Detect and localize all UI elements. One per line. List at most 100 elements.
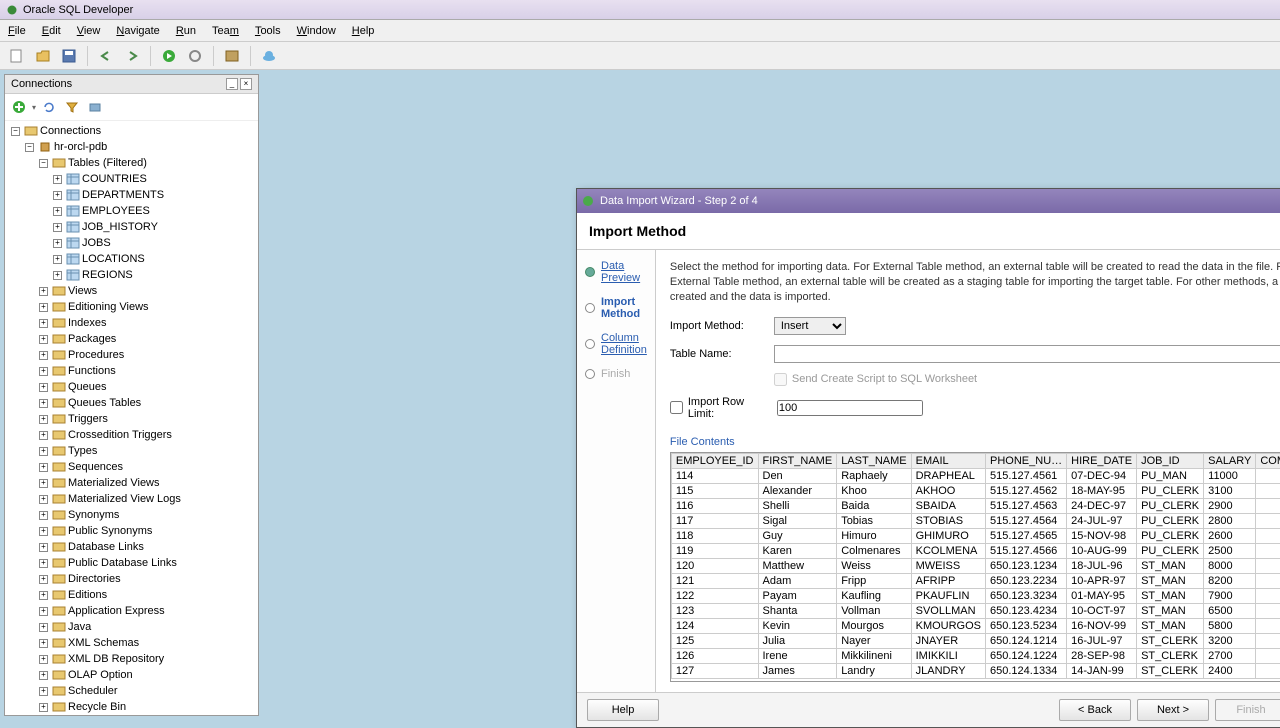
tree-schema-node[interactable]: +OLAP Option <box>7 667 256 683</box>
column-header[interactable]: FIRST_NAME <box>758 453 837 468</box>
refresh-connection-button[interactable] <box>39 97 59 117</box>
tree-schema-node[interactable]: +Editions <box>7 587 256 603</box>
expand-icon[interactable]: + <box>39 543 48 552</box>
tree-schema-node[interactable]: +Procedures <box>7 347 256 363</box>
expand-icon[interactable]: + <box>39 463 48 472</box>
tree-tables-node[interactable]: − Tables (Filtered) <box>7 155 256 171</box>
expand-icon[interactable]: + <box>53 191 62 200</box>
menu-navigate[interactable]: Navigate <box>116 25 159 37</box>
expand-icon[interactable]: + <box>39 655 48 664</box>
save-button[interactable] <box>58 45 80 67</box>
expand-icon[interactable]: + <box>39 639 48 648</box>
debug-button[interactable] <box>184 45 206 67</box>
expand-icon[interactable]: + <box>39 495 48 504</box>
expand-icon[interactable]: + <box>39 383 48 392</box>
connections-tree[interactable]: − Connections − hr-orcl-pdb − Tables (Fi… <box>5 121 258 715</box>
cloud-button[interactable] <box>258 45 280 67</box>
tns-button[interactable] <box>85 97 105 117</box>
tree-schema-node[interactable]: +Database Links <box>7 539 256 555</box>
expand-icon[interactable]: + <box>53 175 62 184</box>
tree-schema-node[interactable]: +Editioning Views <box>7 299 256 315</box>
tree-db-connection[interactable]: − hr-orcl-pdb <box>7 139 256 155</box>
menu-help[interactable]: Help <box>352 25 375 37</box>
table-row[interactable]: 114DenRaphaelyDRAPHEAL515.127.456107-DEC… <box>671 468 1280 483</box>
step-label[interactable]: Data Preview <box>601 260 647 284</box>
column-header[interactable]: EMAIL <box>911 453 985 468</box>
next-button[interactable]: Next > <box>1137 699 1209 721</box>
back-button[interactable]: < Back <box>1059 699 1131 721</box>
expand-icon[interactable]: + <box>39 399 48 408</box>
redo-button[interactable] <box>121 45 143 67</box>
tree-schema-node[interactable]: +Triggers <box>7 411 256 427</box>
expand-icon[interactable]: + <box>39 527 48 536</box>
column-header[interactable]: EMPLOYEE_ID <box>671 453 758 468</box>
menu-run[interactable]: Run <box>176 25 196 37</box>
expand-icon[interactable]: + <box>39 447 48 456</box>
expand-icon[interactable]: + <box>39 287 48 296</box>
table-row[interactable]: 126IreneMikkilineniIMIKKILI650.124.12242… <box>671 648 1280 663</box>
expand-icon[interactable]: + <box>39 415 48 424</box>
column-header[interactable]: PHONE_NU… <box>986 453 1067 468</box>
tree-schema-node[interactable]: +Recycle Bin <box>7 699 256 715</box>
collapse-icon[interactable]: − <box>25 143 34 152</box>
expand-icon[interactable]: + <box>39 367 48 376</box>
tree-schema-node[interactable]: +Packages <box>7 331 256 347</box>
column-header[interactable]: JOB_ID <box>1137 453 1204 468</box>
tree-table-item[interactable]: +EMPLOYEES <box>7 203 256 219</box>
tree-root-connections[interactable]: − Connections <box>7 123 256 139</box>
table-row[interactable]: 123ShantaVollmanSVOLLMAN650.123.423410-O… <box>671 603 1280 618</box>
column-header[interactable]: SALARY <box>1204 453 1256 468</box>
tree-table-item[interactable]: +LOCATIONS <box>7 251 256 267</box>
panel-minimize-icon[interactable]: _ <box>226 78 238 90</box>
table-row[interactable]: 120MatthewWeissMWEISS650.123.123418-JUL-… <box>671 558 1280 573</box>
table-row[interactable]: 119KarenColmenaresKCOLMENA515.127.456610… <box>671 543 1280 558</box>
open-button[interactable] <box>32 45 54 67</box>
expand-icon[interactable]: + <box>39 303 48 312</box>
expand-icon[interactable]: + <box>39 687 48 696</box>
table-row[interactable]: 127JamesLandryJLANDRY650.124.133414-JAN-… <box>671 663 1280 678</box>
tree-schema-node[interactable]: +Functions <box>7 363 256 379</box>
menu-window[interactable]: Window <box>297 25 336 37</box>
tree-schema-node[interactable]: +Crossedition Triggers <box>7 427 256 443</box>
step-label[interactable]: Column Definition <box>601 332 647 356</box>
expand-icon[interactable]: + <box>53 223 62 232</box>
undo-button[interactable] <box>95 45 117 67</box>
table-name-input[interactable] <box>774 345 1280 363</box>
table-row[interactable]: 122PayamKauflingPKAUFLIN650.123.323401-M… <box>671 588 1280 603</box>
table-row[interactable]: 117SigalTobiasSTOBIAS515.127.456424-JUL-… <box>671 513 1280 528</box>
table-row[interactable]: 125JuliaNayerJNAYER650.124.121416-JUL-97… <box>671 633 1280 648</box>
tree-schema-node[interactable]: +Public Synonyms <box>7 523 256 539</box>
expand-icon[interactable]: + <box>39 319 48 328</box>
tree-schema-node[interactable]: +Application Express <box>7 603 256 619</box>
tree-schema-node[interactable]: +Synonyms <box>7 507 256 523</box>
table-row[interactable]: 115AlexanderKhooAKHOO515.127.456218-MAY-… <box>671 483 1280 498</box>
tree-schema-node[interactable]: +Directories <box>7 571 256 587</box>
expand-icon[interactable]: + <box>39 431 48 440</box>
table-row[interactable]: 118GuyHimuroGHIMURO515.127.456515-NOV-98… <box>671 528 1280 543</box>
expand-icon[interactable]: + <box>39 575 48 584</box>
tree-schema-node[interactable]: +Queues <box>7 379 256 395</box>
tree-table-item[interactable]: +COUNTRIES <box>7 171 256 187</box>
step-column-definition[interactable]: Column Definition <box>585 332 647 356</box>
expand-icon[interactable]: + <box>39 703 48 712</box>
dialog-titlebar[interactable]: Data Import Wizard - Step 2 of 4 ▁ ✕ <box>577 189 1280 213</box>
expand-icon[interactable]: + <box>53 255 62 264</box>
expand-icon[interactable]: + <box>39 591 48 600</box>
tree-table-item[interactable]: +DEPARTMENTS <box>7 187 256 203</box>
tree-schema-node[interactable]: +Queues Tables <box>7 395 256 411</box>
tree-schema-node[interactable]: +XML DB Repository <box>7 651 256 667</box>
expand-icon[interactable]: + <box>39 335 48 344</box>
column-header[interactable]: COMMISSIO… <box>1256 453 1280 468</box>
expand-icon[interactable]: + <box>39 623 48 632</box>
menu-tools[interactable]: Tools <box>255 25 281 37</box>
expand-icon[interactable]: + <box>39 559 48 568</box>
expand-icon[interactable]: + <box>53 207 62 216</box>
tree-schema-node[interactable]: +Indexes <box>7 315 256 331</box>
tree-table-item[interactable]: +JOBS <box>7 235 256 251</box>
table-row[interactable]: 116ShelliBaidaSBAIDA515.127.456324-DEC-9… <box>671 498 1280 513</box>
expand-icon[interactable]: + <box>39 479 48 488</box>
tree-schema-node[interactable]: +Materialized Views <box>7 475 256 491</box>
tree-schema-node[interactable]: +Materialized View Logs <box>7 491 256 507</box>
filter-connection-button[interactable] <box>62 97 82 117</box>
menu-team[interactable]: Team <box>212 25 239 37</box>
